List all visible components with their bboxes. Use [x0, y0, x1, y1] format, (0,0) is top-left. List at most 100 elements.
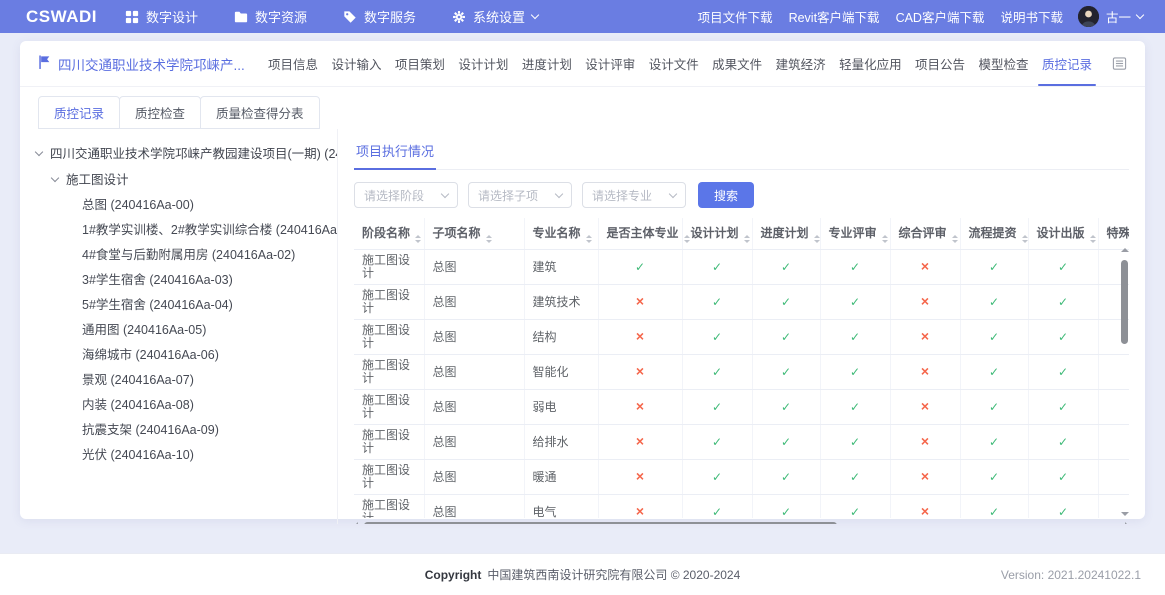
list-icon[interactable]	[1112, 56, 1127, 71]
sort-icon[interactable]	[744, 235, 750, 243]
scroll-up-icon[interactable]	[1121, 248, 1129, 252]
sort-asc-icon[interactable]	[1090, 235, 1096, 238]
topbar-menu-digital-design[interactable]: 数字设计	[125, 7, 198, 26]
sort-desc-icon[interactable]	[684, 240, 690, 243]
project-title[interactable]: 四川交通职业技术学院邛崃产...	[38, 54, 260, 74]
tree-leaf-1[interactable]: 1#教学实训楼、2#教学实训综合楼 (240416Aa-01)	[36, 218, 331, 243]
table-cell: 总图	[424, 320, 524, 355]
sort-icon[interactable]	[684, 235, 690, 243]
sort-desc-icon[interactable]	[586, 240, 592, 243]
project-tab-9[interactable]: 轻量化应用	[839, 41, 902, 86]
project-tab-11[interactable]: 模型检查	[978, 41, 1028, 86]
sort-icon[interactable]	[586, 235, 592, 243]
topbar-menu-digital-services[interactable]: 数字服务	[343, 7, 416, 26]
sort-icon[interactable]	[486, 235, 492, 243]
check-icon: ✓	[850, 400, 860, 414]
subtab-0[interactable]: 质控记录	[38, 96, 120, 129]
sort-desc-icon[interactable]	[952, 240, 958, 243]
sort-asc-icon[interactable]	[814, 235, 820, 238]
table-row[interactable]: 施工图设计总图结构×✓✓✓×✓✓	[354, 320, 1129, 355]
sort-desc-icon[interactable]	[814, 240, 820, 243]
tree-group[interactable]: 施工图设计	[36, 167, 331, 193]
project-tab-3[interactable]: 设计计划	[458, 41, 508, 86]
download-project-files-link[interactable]: 项目文件下载	[698, 7, 773, 26]
sort-asc-icon[interactable]	[486, 235, 492, 238]
vertical-scrollbar[interactable]	[1120, 248, 1129, 516]
project-tab-5[interactable]: 设计评审	[585, 41, 635, 86]
sort-icon[interactable]	[1022, 235, 1028, 243]
subtab-2[interactable]: 质量检查得分表	[200, 96, 320, 129]
tree-leaf-10[interactable]: 光伏 (240416Aa-10)	[36, 443, 331, 468]
sort-desc-icon[interactable]	[1022, 240, 1028, 243]
subtab-1[interactable]: 质控检查	[119, 96, 201, 129]
sort-desc-icon[interactable]	[882, 240, 888, 243]
vertical-scroll-thumb[interactable]	[1121, 260, 1128, 344]
download-manual-link[interactable]: 说明书下载	[1000, 7, 1063, 26]
sort-asc-icon[interactable]	[952, 235, 958, 238]
table-row[interactable]: 施工图设计总图给排水×✓✓✓×✓✓	[354, 425, 1129, 460]
cross-icon: ×	[636, 433, 644, 449]
sort-desc-icon[interactable]	[744, 240, 750, 243]
horizontal-scrollbar[interactable]	[354, 521, 1129, 524]
project-tab-2[interactable]: 项目策划	[395, 41, 445, 86]
avatar[interactable]	[1078, 6, 1099, 27]
tree-expand-icon[interactable]	[35, 148, 43, 156]
sort-desc-icon[interactable]	[486, 240, 492, 243]
download-revit-client-link[interactable]: Revit客户端下载	[789, 7, 880, 26]
scroll-left-icon[interactable]	[354, 522, 358, 525]
tree-expand-icon[interactable]	[51, 174, 59, 182]
project-tab-0[interactable]: 项目信息	[268, 41, 318, 86]
project-tab-12[interactable]: 质控记录	[1042, 41, 1092, 86]
sort-asc-icon[interactable]	[744, 235, 750, 238]
sort-icon[interactable]	[882, 235, 888, 243]
table-row[interactable]: 施工图设计总图建筑技术×✓✓✓×✓✓	[354, 285, 1129, 320]
user-menu[interactable]: 古一	[1106, 7, 1143, 26]
check-icon: ✓	[712, 400, 722, 414]
tree-leaf-6[interactable]: 海绵城市 (240416Aa-06)	[36, 343, 331, 368]
tree-leaf-4[interactable]: 5#学生宿舍 (240416Aa-04)	[36, 293, 331, 318]
sort-icon[interactable]	[952, 235, 958, 243]
sort-asc-icon[interactable]	[415, 235, 421, 238]
sort-desc-icon[interactable]	[415, 240, 421, 243]
project-tab-6[interactable]: 设计文件	[649, 41, 699, 86]
project-tab-7[interactable]: 成果文件	[712, 41, 762, 86]
stage-select[interactable]: 请选择阶段	[354, 182, 458, 208]
sort-icon[interactable]	[1090, 235, 1096, 243]
topbar-menu-system-settings[interactable]: 系统设置	[452, 7, 538, 26]
topbar-menu-digital-resources[interactable]: 数字资源	[234, 7, 307, 26]
scroll-down-icon[interactable]	[1121, 512, 1129, 516]
sort-icon[interactable]	[814, 235, 820, 243]
major-select[interactable]: 请选择专业	[582, 182, 686, 208]
sort-desc-icon[interactable]	[1090, 240, 1096, 243]
sort-asc-icon[interactable]	[1022, 235, 1028, 238]
sort-icon[interactable]	[415, 235, 421, 243]
project-tab-4[interactable]: 进度计划	[522, 41, 572, 86]
table-row[interactable]: 施工图设计总图建筑✓✓✓✓×✓✓	[354, 250, 1129, 285]
table-row[interactable]: 施工图设计总图智能化×✓✓✓×✓✓	[354, 355, 1129, 390]
sort-asc-icon[interactable]	[684, 235, 690, 238]
horizontal-scroll-thumb[interactable]	[364, 522, 837, 524]
download-cad-client-link[interactable]: CAD客户端下载	[896, 7, 985, 26]
sort-asc-icon[interactable]	[586, 235, 592, 238]
tree-root[interactable]: 四川交通职业技术学院邛崃产教园建设项目(一期) (240416Aa)	[36, 141, 331, 167]
project-tab-1[interactable]: 设计输入	[331, 41, 381, 86]
tree-leaf-7[interactable]: 景观 (240416Aa-07)	[36, 368, 331, 393]
tree-leaf-2[interactable]: 4#食堂与后勤附属用房 (240416Aa-02)	[36, 243, 331, 268]
subitem-select[interactable]: 请选择子项	[468, 182, 572, 208]
status-check-icon: ✓	[1028, 250, 1098, 285]
column-header-4: 设计计划	[682, 218, 752, 250]
tree-leaf-0[interactable]: 总图 (240416Aa-00)	[36, 193, 331, 218]
tree-leaf-9[interactable]: 抗震支架 (240416Aa-09)	[36, 418, 331, 443]
sort-asc-icon[interactable]	[882, 235, 888, 238]
project-tab-8[interactable]: 建筑经济	[776, 41, 826, 86]
tree-leaf-3[interactable]: 3#学生宿舍 (240416Aa-03)	[36, 268, 331, 293]
tree-leaf-8[interactable]: 内装 (240416Aa-08)	[36, 393, 331, 418]
table-row[interactable]: 施工图设计总图弱电×✓✓✓×✓✓	[354, 390, 1129, 425]
search-button[interactable]: 搜索	[698, 182, 754, 208]
project-tab-10[interactable]: 项目公告	[915, 41, 965, 86]
tab-project-execution[interactable]: 项目执行情况	[354, 135, 436, 170]
table-row[interactable]: 施工图设计总图暖通×✓✓✓×✓✓	[354, 460, 1129, 495]
scroll-right-icon[interactable]	[1125, 522, 1129, 525]
tree-leaf-5[interactable]: 通用图 (240416Aa-05)	[36, 318, 331, 343]
table-row[interactable]: 施工图设计总图电气×✓✓✓×✓✓	[354, 495, 1129, 519]
